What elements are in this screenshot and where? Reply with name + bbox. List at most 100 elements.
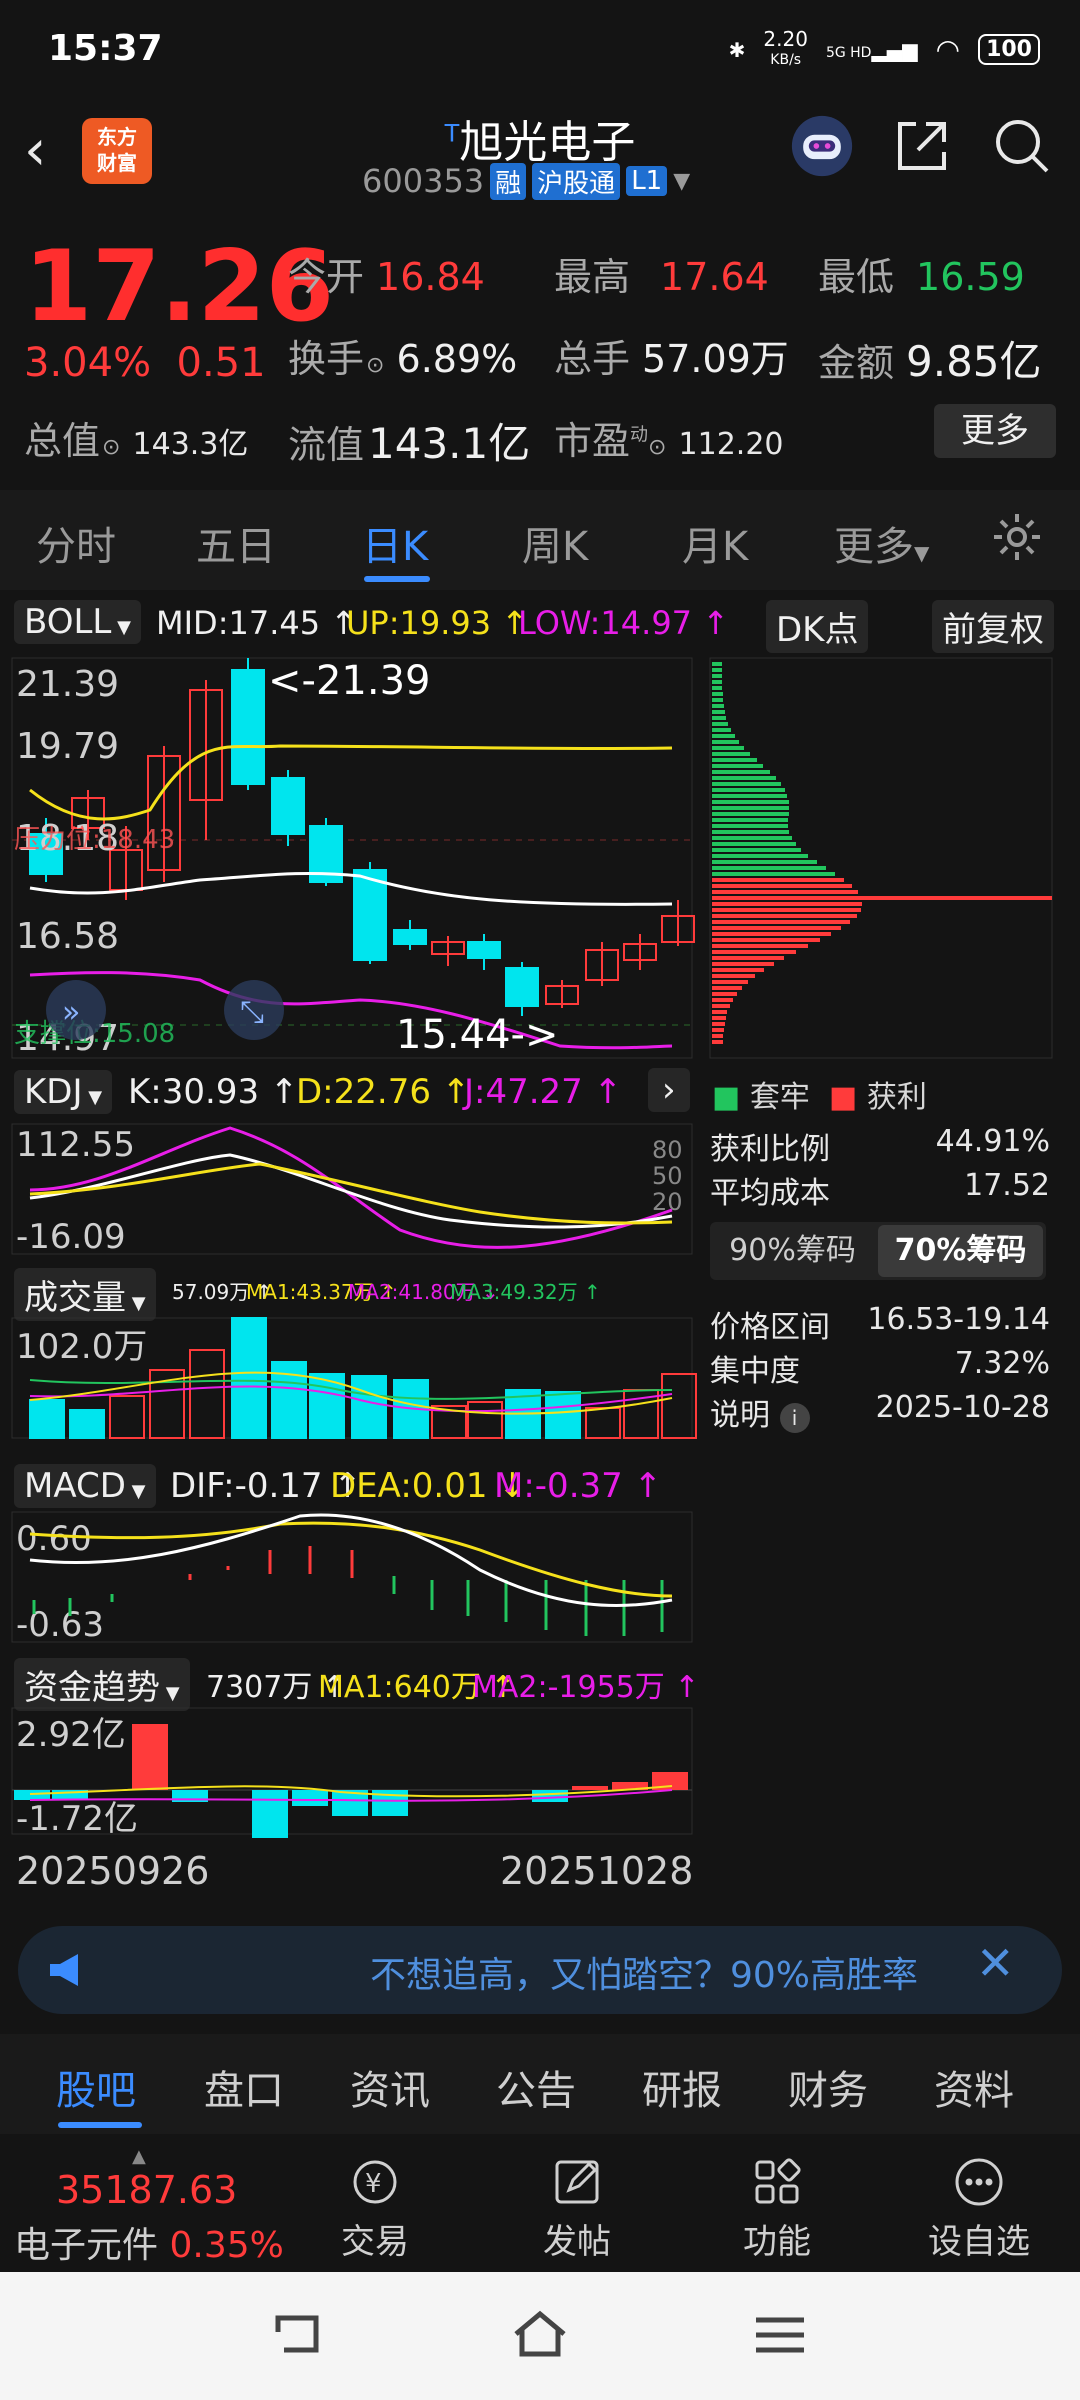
chip-bar	[712, 812, 789, 816]
share-icon[interactable]	[890, 114, 954, 178]
scroll-left-glyph: »	[62, 995, 80, 1030]
sector-name-text: 电子元件	[14, 2225, 159, 2266]
chip-bar	[712, 962, 774, 966]
tab-intraday[interactable]: 分时	[36, 514, 116, 572]
post-button[interactable]: 发帖	[512, 2150, 642, 2263]
tab-research[interactable]: 研报	[642, 2058, 722, 2116]
candle-body	[505, 967, 539, 1007]
chip-bar	[712, 668, 722, 672]
level-tag: L1	[626, 166, 668, 196]
info-icon[interactable]: i	[779, 1403, 810, 1433]
chip-bar	[712, 1004, 730, 1008]
turnover-cell: 换手⊙ 6.89%	[288, 328, 517, 383]
tab-guba[interactable]: 股吧	[56, 2058, 136, 2116]
info-icon[interactable]: ⊙	[366, 353, 384, 378]
float-label: 流值	[288, 423, 365, 467]
sector-index-value[interactable]: 35187.63	[56, 2168, 237, 2212]
chip-bar	[712, 860, 817, 864]
volume-bar	[661, 1373, 697, 1439]
info-icon[interactable]: ⊙	[648, 435, 666, 460]
chip-bar	[712, 830, 789, 834]
tab-monthly-k[interactable]: 月K	[682, 514, 748, 572]
chip-key: 获利比例	[710, 1132, 830, 1167]
tab-profile[interactable]: 资料	[934, 2058, 1014, 2116]
dk-point-button[interactable]: DK点	[766, 600, 869, 653]
sector-name[interactable]: 电子元件 0.35%	[14, 2216, 284, 2268]
price-change: 3.04% 0.51	[24, 340, 266, 386]
nav-home-icon[interactable]	[510, 2308, 570, 2364]
active-tab-indicator	[58, 2122, 142, 2128]
fund-bar	[292, 1790, 328, 1806]
kdj-y-bottom: -16.09	[16, 1217, 126, 1257]
date-end: 20251028	[500, 1849, 693, 1890]
tab-news[interactable]: 资讯	[350, 2058, 430, 2116]
pe-cell: 市盈动⊙ 112.20	[554, 410, 784, 465]
adjust-button[interactable]: 前复权	[932, 600, 1054, 653]
kline-chart-area[interactable]: 21.39 19.79 18.18 16.58 14.97 压力位:18.43 …	[0, 650, 700, 1890]
add-watchlist-button[interactable]: 设自选	[914, 2150, 1044, 2263]
chip-bar	[712, 914, 857, 918]
pressure-label: 压力位:18.43	[14, 825, 175, 855]
candle-body	[467, 941, 501, 959]
megaphone-icon	[44, 1946, 92, 1998]
signal-icon: 5G HD▂▄▆	[825, 37, 918, 62]
boll-y-label: 16.58	[16, 916, 119, 957]
chip-bar	[712, 800, 789, 804]
dropdown-icon: ▼	[673, 168, 691, 194]
stock-code: 600353	[362, 162, 485, 200]
tab-five-day[interactable]: 五日	[196, 514, 276, 572]
volume-bar	[351, 1375, 387, 1439]
volume-cell: 总手 57.09万	[554, 328, 789, 383]
function-button[interactable]: 功能	[712, 2150, 842, 2263]
volume-bar	[467, 1401, 503, 1439]
turnover-value: 6.89%	[396, 337, 518, 381]
nav-back-icon[interactable]	[270, 2310, 330, 2364]
chip-bar	[712, 794, 787, 798]
status-icons: ✱ 2.20 KB/s 5G HD▂▄▆ ◠ 100	[729, 29, 1040, 69]
tab-pankou[interactable]: 盘口	[204, 2058, 284, 2116]
low-marker: 15.44->	[396, 1012, 558, 1058]
info-icon[interactable]: ⊙	[102, 435, 120, 460]
tab-more-label: 更多	[834, 524, 914, 570]
chip-bar	[712, 980, 748, 984]
kdj-k-line	[29, 1153, 673, 1229]
promo-banner[interactable]: 不想追高，又怕踏空？90%高胜率 ✕	[18, 1926, 1062, 2014]
system-nav-bar	[0, 2272, 1080, 2400]
more-button[interactable]: 更多	[934, 404, 1056, 458]
stock-header: ‹ 东方 财富 T旭光电子 600353 融 沪股通 L1 ▼	[0, 100, 1080, 220]
chip-bar	[712, 878, 844, 882]
boll-upper-line	[29, 744, 673, 821]
chip-bar	[712, 938, 820, 942]
active-tab-indicator	[364, 576, 430, 582]
expand-up-icon[interactable]: ▲	[132, 2146, 146, 2167]
chip-bar	[712, 992, 737, 996]
tab-weekly-k[interactable]: 周K	[522, 514, 588, 572]
nav-menu-icon[interactable]	[750, 2312, 810, 2362]
settings-icon[interactable]	[990, 510, 1044, 574]
search-icon[interactable]	[990, 114, 1054, 178]
tab-daily-k[interactable]: 日K	[362, 514, 428, 572]
chip-bar	[712, 1010, 727, 1014]
tab-more[interactable]: 更多▼	[834, 514, 929, 572]
wifi-icon: ◠	[935, 33, 961, 66]
chip-row: 说明 i 2025-10-28	[710, 1390, 1050, 1434]
legend-profit: 获利	[866, 1080, 927, 1115]
boll-selector[interactable]: BOLL ▼	[14, 600, 141, 644]
volume-label: 总手	[554, 337, 631, 381]
status-bar: 15:37 ✱ 2.20 KB/s 5G HD▂▄▆ ◠ 100	[0, 0, 1080, 100]
candle-body	[393, 929, 427, 945]
fund-bar	[252, 1790, 288, 1838]
chip-70-button[interactable]: 70%筹码	[878, 1225, 1043, 1277]
chip-bar	[712, 986, 742, 990]
trade-button[interactable]: ¥ 交易	[310, 2150, 440, 2263]
chip-key: 集中度	[710, 1354, 800, 1389]
mcap-label: 总值	[24, 419, 101, 463]
tab-announcements[interactable]: 公告	[496, 2058, 576, 2116]
tab-financials[interactable]: 财务	[788, 2058, 868, 2116]
chip-90-button[interactable]: 90%筹码	[710, 1222, 875, 1280]
robot-assistant-icon[interactable]	[790, 114, 854, 178]
mcap-value: 143.3亿	[132, 427, 249, 462]
close-icon[interactable]: ✕	[976, 1936, 1015, 1990]
open-cell: 今开 16.84	[288, 246, 485, 301]
stock-code-row[interactable]: 600353 融 沪股通 L1 ▼	[362, 162, 690, 200]
